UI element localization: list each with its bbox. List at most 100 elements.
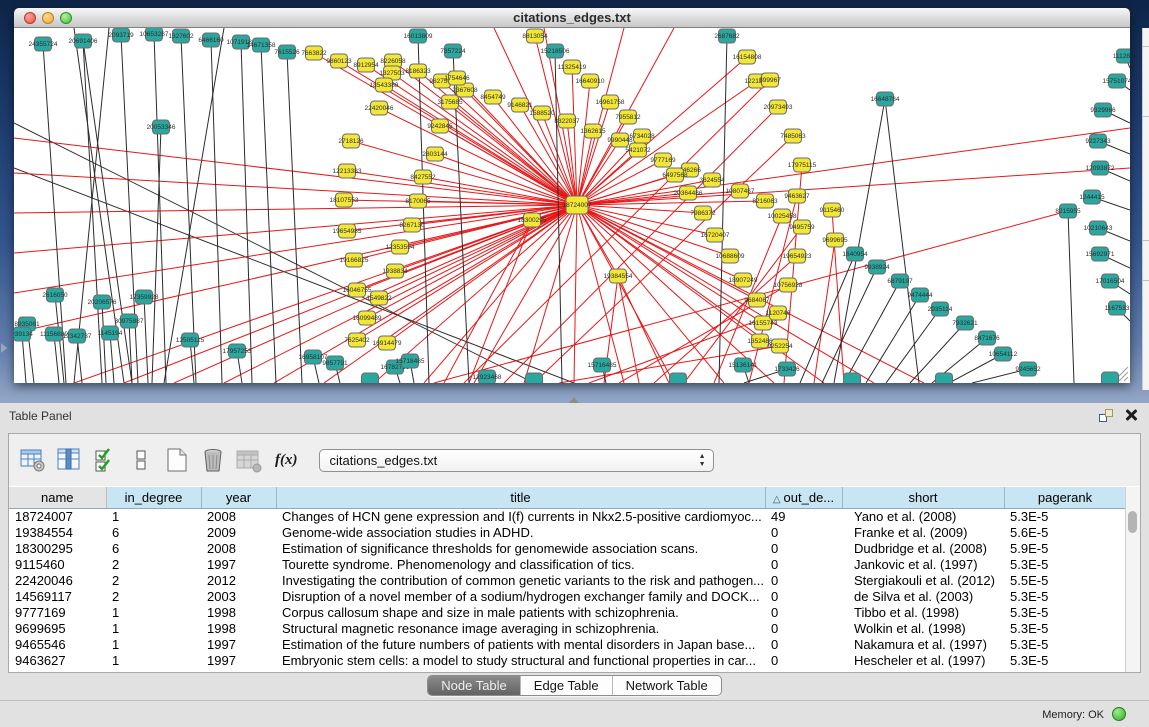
network-window-titlebar[interactable]: citations_edges.txt — [14, 8, 1130, 28]
graph-node-label: 2935114 — [928, 306, 953, 313]
network-window-title: citations_edges.txt — [14, 8, 1130, 27]
table-row[interactable]: 969969511998Structural magnetic resonanc… — [9, 620, 1125, 636]
minimize-window-button[interactable] — [42, 12, 54, 24]
graph-node-label: 9245652 — [1015, 366, 1041, 373]
column-header-pagerank[interactable]: pagerank — [1004, 487, 1125, 508]
graph-edge — [886, 309, 940, 383]
column-header-year[interactable]: year — [201, 487, 276, 508]
graph-node-label: 939134 — [14, 331, 33, 338]
sort-ascending-icon: △ — [773, 494, 781, 505]
graph-node[interactable] — [362, 373, 379, 383]
column-header-name[interactable]: name — [9, 487, 106, 508]
table-scrollbar-thumb[interactable] — [1128, 511, 1137, 533]
graph-node-label: 9938924 — [864, 264, 890, 271]
column-header-title[interactable]: title — [276, 487, 765, 508]
graph-node-label: 10025458 — [768, 213, 797, 220]
graph-node-label: 6879197 — [887, 278, 913, 285]
panel-collapse-arrow-icon[interactable] — [1, 343, 7, 353]
table-row[interactable]: 2242004622012Investigating the contribut… — [9, 572, 1125, 588]
graph-node-label: 1754646 — [444, 75, 470, 82]
graph-node-label: 1640954 — [842, 251, 868, 258]
graph-node[interactable] — [670, 373, 687, 383]
graph-node-label: 18907249 — [729, 277, 758, 284]
graph-node-label: 9857791 — [322, 360, 348, 367]
close-panel-icon[interactable] — [1124, 408, 1137, 421]
graph-node[interactable] — [936, 373, 953, 383]
table-mode-icon[interactable] — [19, 447, 46, 474]
table-row[interactable]: 911546021997Tourette syndrome. Phenomeno… — [9, 556, 1125, 572]
graph-edge — [577, 131, 593, 205]
column-header-out-degree[interactable]: △out_de... — [765, 487, 842, 508]
graph-node-label: 17957253 — [223, 348, 252, 355]
delete-column-icon[interactable] — [199, 447, 226, 474]
column-header-short[interactable]: short — [842, 487, 1004, 508]
graph-node[interactable] — [526, 373, 543, 383]
status-bar: Memory: OK — [0, 700, 1149, 727]
row-height-icon[interactable] — [127, 447, 154, 474]
tab-node-table[interactable]: Node Table — [428, 676, 520, 695]
graph-node-label: 7615526 — [274, 49, 300, 56]
graph-edge — [577, 205, 763, 323]
table-row[interactable]: 1872400712008Changes of HCN gene express… — [9, 508, 1125, 524]
table-header-row: name in_degree year title △out_de... sho… — [9, 487, 1125, 508]
float-panel-icon[interactable] — [1099, 409, 1113, 422]
graph-node-label: 10653287 — [140, 31, 169, 38]
tab-network-table[interactable]: Network Table — [612, 676, 721, 695]
graph-node-label: 12505115 — [176, 337, 205, 344]
network-canvas-container[interactable]: 8813054113254191664091016961758795581267… — [14, 28, 1130, 383]
graph-edge — [577, 168, 1130, 205]
graph-node-label: 9474444 — [907, 292, 933, 299]
graph-node-label: 9990448 — [607, 137, 633, 144]
graph-node-label: 1327503 — [379, 70, 405, 77]
graph-node-label: 8454749 — [480, 94, 506, 101]
graph-node-label: 7932621 — [952, 320, 978, 327]
row-selection-icon[interactable] — [91, 447, 118, 474]
graph-node-label: 20364486 — [674, 190, 703, 197]
graph-node-label: 6497568 — [662, 172, 688, 179]
network-canvas[interactable]: 8813054113254191664091016961758795581267… — [14, 28, 1130, 383]
graph-node[interactable] — [1102, 372, 1119, 383]
graph-node-label: 16640910 — [576, 78, 605, 85]
table-toolbar: f(x) citations_edges.txt ▲▼ — [9, 434, 1140, 486]
column-header-in-degree[interactable]: in_degree — [106, 487, 201, 508]
graph-node[interactable] — [844, 373, 861, 383]
graph-node-label: 1167533 — [1105, 305, 1130, 312]
table-row[interactable]: 977716911998Corpus callosum shape and si… — [9, 604, 1125, 620]
graph-node-label: 15751074 — [1103, 78, 1130, 85]
zoom-window-button[interactable] — [60, 12, 72, 24]
memory-status-icon[interactable] — [1112, 707, 1126, 721]
tab-edge-table[interactable]: Edge Table — [520, 676, 612, 695]
table-row[interactable]: 946362711997Embryonic stem cells: a mode… — [9, 652, 1125, 668]
close-window-button[interactable] — [24, 12, 36, 24]
table-select-dropdown[interactable]: citations_edges.txt ▲▼ — [319, 449, 714, 472]
graph-node-label: 1244415 — [1079, 194, 1105, 201]
graph-node-label: 1938834 — [382, 268, 408, 275]
show-columns-icon[interactable] — [55, 447, 82, 474]
graph-node-label: 1588520 — [529, 110, 555, 117]
table-type-tabs: Node Table Edge Table Network Table — [427, 675, 722, 696]
table-row[interactable]: 1456911722003Disruption of a novel membe… — [9, 588, 1125, 604]
graph-node-label: 8170065 — [405, 198, 431, 205]
graph-node-label: 1327602 — [168, 33, 194, 40]
dropdown-stepper-icon: ▲▼ — [699, 453, 706, 469]
graph-node-label: 24355724 — [29, 41, 58, 48]
graph-node-label: 2367608 — [452, 87, 478, 94]
graph-node-label: 15218506 — [541, 48, 570, 55]
graph-node-label: 17359928 — [130, 294, 159, 301]
table-row[interactable]: 1830029562008Estimation of significance … — [9, 540, 1125, 556]
table-panel-body: f(x) citations_edges.txt ▲▼ name in_degr… — [8, 433, 1141, 673]
graph-node-label: 5421072 — [625, 147, 651, 154]
table-scrollbar[interactable] — [1125, 487, 1140, 672]
table-row[interactable]: 946554611997Estimation of the future num… — [9, 636, 1125, 652]
graph-node-label: 19384554 — [604, 273, 633, 280]
table-row[interactable]: 1938455462009Genome-wide association stu… — [9, 524, 1125, 540]
function-builder-icon[interactable]: f(x) — [275, 452, 298, 469]
graph-node-label: 16648784 — [871, 96, 900, 103]
graph-node-label: 18300295 — [518, 217, 547, 224]
new-column-icon[interactable] — [163, 447, 190, 474]
graph-node-label: 2718126 — [338, 138, 364, 145]
graph-edge — [885, 99, 919, 383]
graph-node-label: 7625402 — [344, 337, 370, 344]
graph-edge — [618, 276, 669, 383]
graph-node-label: 11325419 — [558, 64, 587, 71]
